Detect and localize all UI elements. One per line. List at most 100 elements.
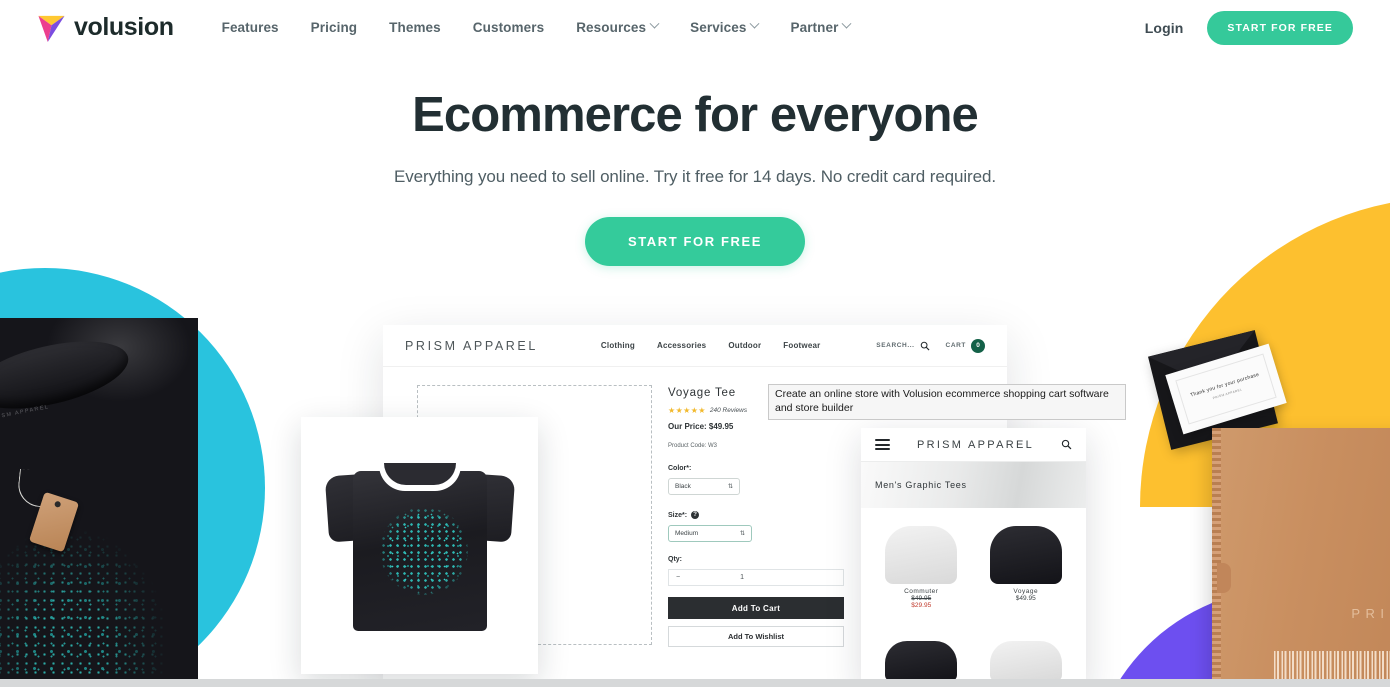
nav-item-themes[interactable]: Themes bbox=[373, 12, 457, 43]
add-to-cart-button[interactable]: Add To Cart bbox=[668, 597, 844, 619]
store-search-control[interactable]: SEARCH... bbox=[876, 341, 930, 351]
size-label-text: Size*: bbox=[668, 511, 688, 519]
mobile-store-brand: PRISM APPAREL bbox=[916, 438, 1035, 451]
hero-section: Ecommerce for everyone Everything you ne… bbox=[0, 55, 1390, 267]
store-header-actions: SEARCH... CART 0 bbox=[876, 338, 985, 353]
store-cart-control[interactable]: CART 0 bbox=[945, 338, 985, 353]
nav-label: Partner bbox=[790, 20, 839, 35]
magnifier-icon[interactable] bbox=[1061, 439, 1072, 450]
nav-label: Features bbox=[221, 20, 279, 35]
color-select-value: Black bbox=[675, 483, 691, 490]
brand-logo[interactable]: volusion bbox=[38, 14, 174, 42]
left-tshirt-photo: PRISM APPAREL bbox=[0, 318, 198, 687]
info-icon[interactable]: ? bbox=[691, 511, 700, 519]
cart-count-badge: 0 bbox=[971, 338, 985, 353]
hero-subtitle: Everything you need to sell online. Try … bbox=[394, 167, 996, 187]
chevron-down-icon bbox=[842, 18, 852, 29]
tshirt-illustration bbox=[324, 461, 515, 631]
hover-tooltip: Create an online store with Volusion eco… bbox=[768, 384, 1126, 420]
box-corrugated-edge bbox=[1212, 428, 1221, 687]
mobile-product-card[interactable]: Commuter $49.95 $29.95 bbox=[871, 516, 972, 609]
mobile-product-card[interactable] bbox=[871, 613, 972, 681]
color-select[interactable]: Black ⇅ bbox=[668, 478, 740, 495]
store-header: PRISM APPAREL Clothing Accessories Outdo… bbox=[383, 325, 1007, 367]
mobile-header: PRISM APPAREL bbox=[861, 428, 1086, 462]
store-nav-clothing[interactable]: Clothing bbox=[601, 341, 635, 350]
primary-navigation: Features Pricing Themes Customers Resour… bbox=[206, 12, 867, 43]
mobile-category-title: Men's Graphic Tees bbox=[875, 480, 967, 490]
product-thumbnail bbox=[871, 516, 972, 584]
store-navigation: Clothing Accessories Outdoor Footwear bbox=[601, 341, 821, 350]
nav-item-partner[interactable]: Partner bbox=[774, 12, 866, 43]
size-field-label: Size*: ? bbox=[668, 511, 843, 519]
color-field-label: Color*: bbox=[668, 465, 843, 472]
chevron-down-icon bbox=[649, 18, 660, 29]
product-details-pane: Voyage Tee ★★★★★ 240 Reviews Our Price: … bbox=[668, 385, 844, 647]
nav-label: Themes bbox=[389, 20, 441, 35]
size-select[interactable]: Medium ⇅ bbox=[668, 525, 752, 542]
product-price-sale: $29.95 bbox=[911, 602, 932, 609]
nav-label: Services bbox=[690, 20, 747, 35]
hero-start-for-free-button[interactable]: START FOR FREE bbox=[584, 217, 806, 267]
mobile-product-card[interactable] bbox=[976, 613, 1077, 681]
size-select-value: Medium bbox=[675, 530, 699, 537]
mobile-product-card[interactable]: Voyage $49.95 bbox=[976, 516, 1077, 609]
volusion-gem-icon bbox=[38, 15, 65, 42]
chevron-down-icon bbox=[750, 18, 760, 29]
landing-page: PRISM APPAREL volusion Features Pricing … bbox=[0, 0, 1390, 687]
product-name: Commuter bbox=[904, 588, 939, 595]
product-price: $49.95 bbox=[1015, 595, 1036, 602]
tshirt-thumb-light bbox=[989, 641, 1062, 681]
product-price-original: $49.95 bbox=[911, 595, 932, 602]
tshirt-thumb-dark bbox=[885, 641, 958, 681]
add-to-wishlist-button[interactable]: Add To Wishlist bbox=[668, 626, 844, 647]
star-rating-icon: ★★★★★ bbox=[668, 406, 706, 415]
brand-name: volusion bbox=[74, 13, 174, 41]
chevron-down-icon: ⇅ bbox=[727, 483, 733, 490]
nav-item-features[interactable]: Features bbox=[206, 12, 295, 43]
store-nav-footwear[interactable]: Footwear bbox=[783, 341, 820, 350]
mobile-category-banner: Men's Graphic Tees bbox=[861, 462, 1086, 508]
login-link[interactable]: Login bbox=[1145, 20, 1184, 36]
tshirt-thumb-dark bbox=[989, 526, 1062, 584]
nav-item-resources[interactable]: Resources bbox=[560, 12, 674, 43]
nav-item-pricing[interactable]: Pricing bbox=[295, 12, 373, 43]
product-thumbnail bbox=[976, 613, 1077, 681]
footer-strip bbox=[0, 679, 1390, 687]
color-label-text: Color*: bbox=[668, 465, 692, 472]
nav-label: Resources bbox=[576, 20, 647, 35]
kraft-shipping-box: PRISM bbox=[1212, 428, 1390, 687]
nav-label: Customers bbox=[472, 20, 545, 35]
tshirt-speckle-print bbox=[0, 488, 198, 687]
nav-item-customers[interactable]: Customers bbox=[457, 12, 560, 43]
product-thumbnail bbox=[871, 613, 972, 681]
store-nav-outdoor[interactable]: Outdoor bbox=[728, 341, 761, 350]
review-count: 240 Reviews bbox=[709, 407, 748, 414]
site-header: volusion Features Pricing Themes Custome… bbox=[0, 0, 1390, 55]
store-cart-label: CART bbox=[945, 342, 966, 349]
store-nav-accessories[interactable]: Accessories bbox=[657, 341, 706, 350]
header-actions: Login START FOR FREE bbox=[1145, 10, 1353, 45]
mobile-store-mockup: PRISM APPAREL Men's Graphic Tees Commute… bbox=[861, 428, 1086, 687]
product-code: Product Code: W3 bbox=[668, 443, 718, 449]
qty-label: Qty: bbox=[668, 556, 682, 563]
packaging-photo: Thank you for your purchase PRISM APPARE… bbox=[1140, 300, 1390, 687]
quantity-stepper[interactable]: − 1 bbox=[668, 569, 844, 586]
tshirt-circle-print bbox=[379, 506, 468, 595]
mobile-product-grid: Commuter $49.95 $29.95 Voyage $49.95 bbox=[861, 508, 1086, 681]
chevron-down-icon: ⇅ bbox=[739, 530, 745, 537]
nav-item-services[interactable]: Services bbox=[674, 12, 774, 43]
magnifier-icon bbox=[920, 341, 930, 350]
store-brand-name: PRISM APPAREL bbox=[405, 338, 538, 353]
barcode-icon bbox=[1274, 651, 1390, 679]
qty-decrement-button[interactable]: − bbox=[676, 574, 680, 581]
box-brand-text: PRISM bbox=[1351, 606, 1390, 621]
product-price: Our Price: $49.95 bbox=[668, 422, 734, 431]
product-name: Voyage bbox=[1013, 588, 1039, 595]
page-title: Ecommerce for everyone bbox=[412, 88, 979, 142]
nav-label: Pricing bbox=[310, 20, 358, 35]
box-notch bbox=[1217, 563, 1231, 593]
hamburger-menu-icon[interactable] bbox=[875, 439, 890, 450]
header-start-for-free-button[interactable]: START FOR FREE bbox=[1207, 10, 1353, 45]
tshirt-thumb-light bbox=[885, 526, 958, 584]
